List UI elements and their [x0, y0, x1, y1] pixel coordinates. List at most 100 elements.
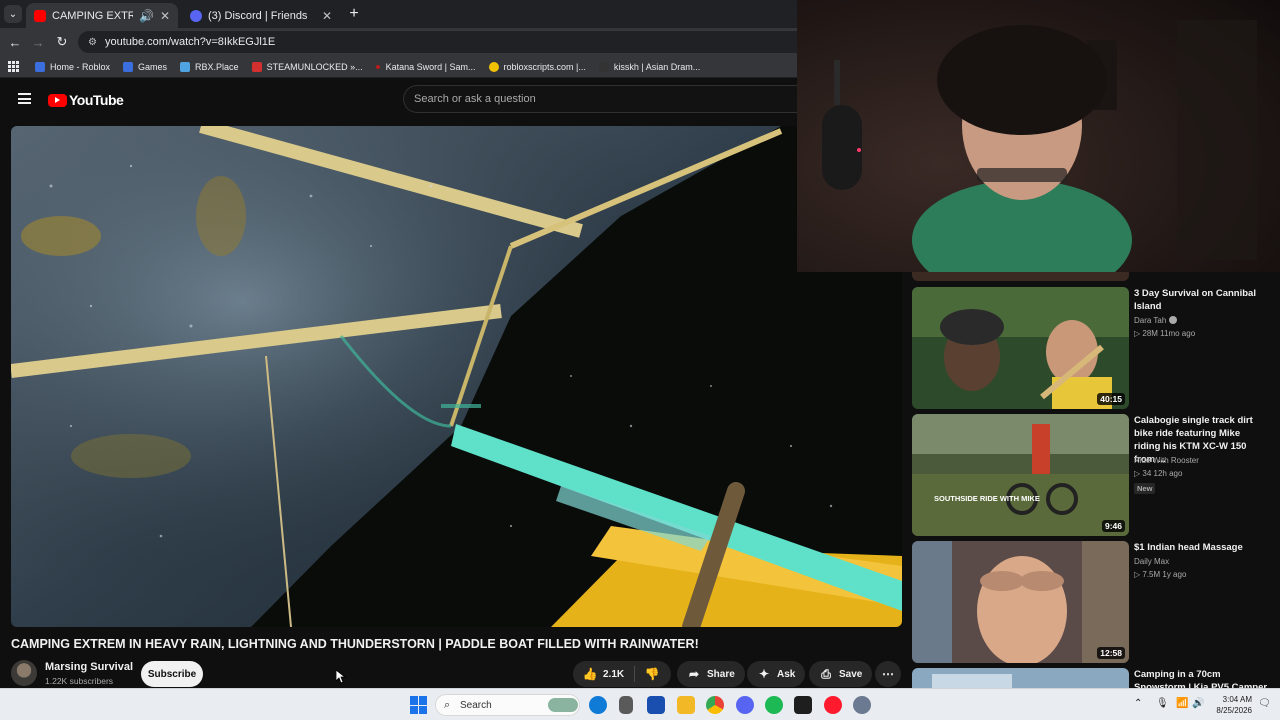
- robloxscripts-icon: [488, 61, 499, 72]
- menu-icon[interactable]: [18, 93, 31, 104]
- subscriber-count: 1.22K subscribers: [45, 676, 114, 686]
- dot-icon: [375, 64, 380, 69]
- video-thumbnail[interactable]: SOUTHSIDE RIDE WITH MIKE 9:46: [912, 414, 1129, 536]
- recommendation-title[interactable]: $1 Indian head Massage: [1134, 541, 1268, 554]
- divider: [634, 666, 636, 682]
- chevron-up-icon[interactable]: ⌃: [1134, 698, 1142, 709]
- bookmark-rbx-place[interactable]: RBX.Place: [180, 61, 239, 72]
- tab-title: CAMPING EXTREM IN HEAVY: [52, 9, 133, 22]
- video-player[interactable]: [11, 126, 902, 627]
- browser-toolbar: ← → ↻ ⚙ youtube.com/watch?v=8IkkEGJl1E: [0, 28, 798, 56]
- recommendation-channel[interactable]: Daily Max: [1134, 557, 1169, 566]
- discord-icon[interactable]: [736, 696, 754, 714]
- share-button[interactable]: ➦ Share: [677, 661, 745, 687]
- search-icon: ⌕: [444, 699, 451, 711]
- video-duration: 9:46: [1101, 520, 1125, 532]
- notifications-icon[interactable]: 🗨: [1258, 698, 1271, 709]
- recommendation-meta: ▷ 7.5M 1y ago: [1134, 570, 1187, 579]
- more-actions-button[interactable]: ⋯: [875, 661, 901, 687]
- volume-icon[interactable]: 🔊: [1192, 698, 1204, 709]
- bookmark-katana-sword[interactable]: Katana Sword | Sam...: [386, 62, 476, 72]
- browser-tab-strip: ⌄ CAMPING EXTREM IN HEAVY 🔊 ✕ (3) Discor…: [0, 0, 798, 28]
- wifi-icon[interactable]: 📶: [1176, 698, 1188, 709]
- youtube-logo[interactable]: YouTube: [48, 92, 124, 108]
- bookmark-home-roblox[interactable]: Home - Roblox: [35, 61, 110, 72]
- system-clock[interactable]: 3:04 AM 8/25/2026: [1208, 694, 1252, 716]
- recommendations-list: 40:15 3 Day Survival on Cannibal Island …: [912, 269, 1280, 688]
- video-thumbnail[interactable]: 12:58: [912, 541, 1129, 663]
- bookmark-icon: ⎙: [821, 666, 831, 681]
- reload-button[interactable]: ↻: [53, 33, 71, 51]
- tab-youtube-video[interactable]: CAMPING EXTREM IN HEAVY 🔊 ✕: [26, 3, 178, 28]
- search-highlight-icon: [548, 698, 578, 712]
- windows-start-icon[interactable]: [410, 696, 428, 714]
- phone-link-icon[interactable]: [619, 696, 633, 714]
- channel-avatar[interactable]: [11, 660, 37, 686]
- tab-search-button[interactable]: ⌄: [4, 5, 22, 23]
- channel-row: Marsing Survival 1.22K subscribers Subsc…: [11, 660, 902, 688]
- recommendation-title[interactable]: Camping in a 70cm Snowstorm | Kia PV5 Ca…: [1134, 668, 1268, 688]
- roblox-icon: [35, 61, 45, 72]
- store-icon[interactable]: [647, 696, 665, 714]
- more-horizontal-icon: ⋯: [882, 667, 894, 681]
- tab-title: (3) Discord | Friends: [208, 9, 308, 22]
- rbx-place-icon: [180, 61, 191, 72]
- opera-gx-icon[interactable]: [824, 696, 842, 714]
- new-badge: New: [1134, 483, 1156, 494]
- discord-favicon-icon: [190, 9, 202, 22]
- bookmarks-bar: Home - Roblox Games RBX.Place STEAMUNLOC…: [0, 56, 798, 78]
- video-duration: 12:58: [1097, 647, 1125, 659]
- sparkle-icon: ✦: [758, 667, 770, 681]
- share-icon: ➦: [688, 667, 700, 681]
- webcam-overlay: [797, 0, 1280, 272]
- speaker-icon[interactable]: 🔊: [139, 9, 154, 23]
- video-duration: 40:15: [1097, 393, 1125, 405]
- cursor-app-icon[interactable]: [794, 696, 812, 714]
- chrome-icon[interactable]: [706, 696, 724, 714]
- bookmark-kisskh[interactable]: kisskh | Asian Dram...: [598, 61, 700, 72]
- bookmark-robloxscripts[interactable]: robloxscripts.com |...: [488, 61, 586, 72]
- apps-grid-icon[interactable]: [8, 61, 19, 72]
- video-thumbnail[interactable]: [912, 668, 1129, 688]
- spotify-icon[interactable]: [765, 696, 783, 714]
- close-tab-icon[interactable]: ✕: [160, 9, 170, 23]
- like-count[interactable]: 2.1K: [603, 669, 624, 680]
- recommendation-channel[interactable]: Dara Tah: [1134, 316, 1178, 325]
- tab-discord[interactable]: (3) Discord | Friends ✕: [182, 3, 340, 28]
- forward-button[interactable]: →: [29, 33, 47, 51]
- chevron-down-icon: ⌄: [8, 8, 18, 20]
- site-info-icon[interactable]: ⚙: [88, 37, 97, 48]
- bookmark-games[interactable]: Games: [123, 61, 167, 72]
- recommendation-meta: ▷ 28M 11mo ago: [1134, 329, 1196, 338]
- search-input[interactable]: Search or ask a question: [403, 85, 798, 113]
- video-thumbnail[interactable]: 40:15: [912, 287, 1129, 409]
- video-frame: [11, 126, 902, 627]
- back-button[interactable]: ←: [6, 33, 24, 51]
- close-tab-icon[interactable]: ✕: [322, 9, 332, 23]
- edge-icon[interactable]: [589, 696, 607, 714]
- channel-name[interactable]: Marsing Survival: [45, 661, 133, 673]
- like-dislike-group: 👍 2.1K 👎: [573, 661, 671, 687]
- video-title: CAMPING EXTREM IN HEAVY RAIN, LIGHTNING …: [11, 637, 699, 651]
- ask-button[interactable]: ✦ Ask: [747, 661, 806, 687]
- address-bar[interactable]: ⚙ youtube.com/watch?v=8IkkEGJl1E: [78, 31, 798, 53]
- new-tab-button[interactable]: +: [345, 5, 363, 23]
- settings-icon[interactable]: [853, 696, 871, 714]
- recommendation-meta: ▷ 34 12h ago: [1134, 469, 1183, 478]
- verified-icon: [1169, 316, 1178, 324]
- recommendation-title[interactable]: 3 Day Survival on Cannibal Island: [1134, 287, 1268, 313]
- taskbar-search-input[interactable]: ⌕ Search: [435, 694, 580, 716]
- youtube-favicon-icon: [34, 9, 46, 22]
- microphone-icon[interactable]: 🎙: [1156, 698, 1169, 709]
- save-button[interactable]: ⎙ Save: [809, 661, 873, 687]
- thumbs-up-icon[interactable]: 👍: [583, 667, 598, 681]
- thumbs-down-icon[interactable]: 👎: [645, 667, 660, 681]
- recommendation-channel[interactable]: Ride With Rooster: [1134, 456, 1199, 465]
- mouse-cursor-icon: [336, 670, 346, 684]
- file-explorer-icon[interactable]: [677, 696, 695, 714]
- roblox-icon: [123, 61, 134, 72]
- bookmark-separator: [375, 64, 380, 69]
- bookmark-steamunlocked[interactable]: STEAMUNLOCKED »...: [251, 61, 363, 72]
- steamunlocked-icon: [251, 61, 262, 72]
- subscribe-button[interactable]: Subscribe: [141, 661, 203, 687]
